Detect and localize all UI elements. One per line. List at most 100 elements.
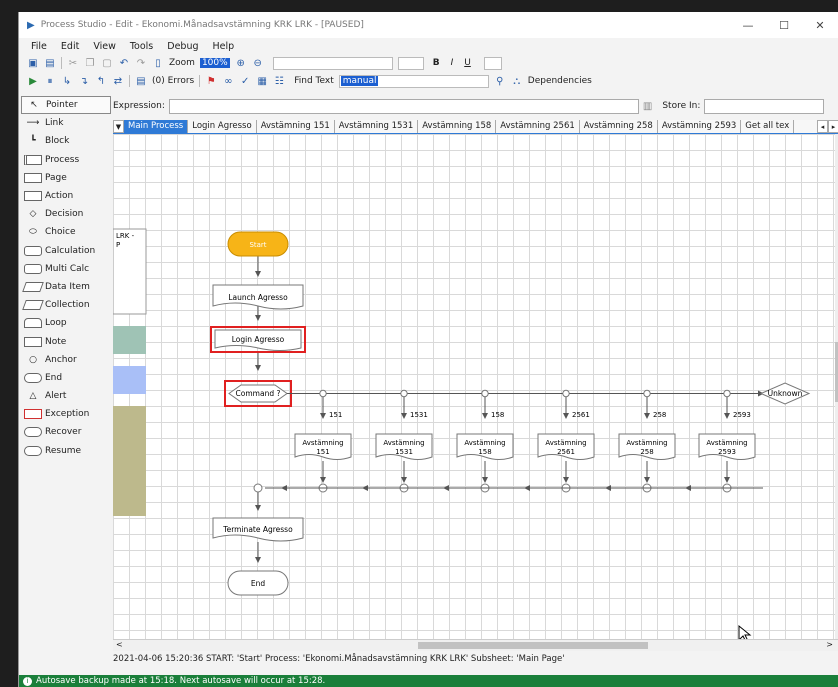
expression-input[interactable] — [168, 98, 639, 114]
tool-note[interactable]: Note — [21, 332, 111, 350]
menu-edit[interactable]: Edit — [61, 41, 79, 52]
menu-file[interactable]: File — [31, 41, 47, 52]
redo-icon[interactable]: ↷ — [135, 58, 147, 69]
tab-avstamning-2593[interactable]: Avstämning 2593 — [658, 120, 742, 133]
menu-view[interactable]: View — [93, 41, 116, 52]
store-in-input[interactable] — [704, 98, 825, 114]
tool-end[interactable]: End — [21, 369, 111, 387]
tab-avstamning-151[interactable]: Avstämning 151 — [257, 120, 335, 133]
reset-icon[interactable]: ⇄ — [112, 76, 124, 87]
color-select[interactable] — [483, 56, 502, 70]
find-icon[interactable]: ⚲ — [494, 76, 506, 87]
tab-avstamning-258[interactable]: Avstämning 258 — [580, 120, 658, 133]
dependencies-icon[interactable]: ⛬ — [511, 76, 523, 87]
choice-node-151[interactable] — [319, 389, 327, 398]
tool-choice[interactable]: ⬭ Choice — [21, 223, 111, 241]
tab-avstamning-2561[interactable]: Avstämning 2561 — [496, 120, 580, 133]
tool-page[interactable]: Page — [21, 169, 111, 187]
tool-anchor[interactable]: ○ Anchor — [21, 351, 111, 369]
tool-pointer[interactable]: ↖ Pointer — [21, 96, 111, 115]
tab-login-agresso[interactable]: Login Agresso — [188, 120, 257, 133]
errors-icon[interactable]: ▤ — [135, 76, 147, 87]
tool-collection[interactable]: Collection — [21, 296, 111, 314]
breakpoint-flag-icon[interactable]: ⚑ — [205, 76, 217, 87]
layout-icon[interactable]: ☷ — [273, 76, 285, 87]
tool-process[interactable]: Process — [21, 151, 111, 169]
merge-anchor-left[interactable] — [253, 483, 263, 493]
tool-link[interactable]: ⟶ Link — [21, 114, 111, 132]
choice-node-1531[interactable] — [400, 389, 408, 398]
tab-main-process[interactable]: Main Process — [124, 120, 189, 133]
maximize-button[interactable]: ☐ — [766, 19, 802, 32]
scroll-left-arrow-icon[interactable]: < — [116, 640, 123, 649]
pause-icon[interactable]: ⏸ — [44, 76, 56, 87]
expression-builder-icon[interactable]: ▥ — [643, 101, 652, 112]
tool-block[interactable]: ┗ Block — [21, 132, 111, 150]
tab-scroll-left[interactable]: ◂ — [817, 120, 828, 133]
save-icon[interactable]: ▣ — [27, 58, 39, 69]
watch-icon[interactable]: ∞ — [222, 76, 234, 87]
underline-button[interactable]: U — [464, 58, 471, 68]
collection-icon — [22, 300, 44, 311]
side-block-olive[interactable] — [113, 406, 146, 516]
zoom-out-icon[interactable]: ⊖ — [252, 58, 264, 69]
choice-node-2593[interactable] — [723, 389, 731, 398]
tool-loop[interactable]: Loop — [21, 314, 111, 332]
choice-node-2561[interactable] — [562, 389, 570, 398]
tool-exception[interactable]: Exception — [21, 405, 111, 423]
minimize-button[interactable]: — — [730, 19, 766, 32]
zoom-in-icon[interactable]: ⊕ — [235, 58, 247, 69]
tool-alert[interactable]: △ Alert — [21, 387, 111, 405]
paste-icon[interactable]: ▢ — [101, 58, 113, 69]
tool-data-item[interactable]: Data Item — [21, 278, 111, 296]
bold-button[interactable]: B — [433, 58, 440, 68]
process-canvas[interactable]: LRK -P Start Launch Agresso Login Agress… — [113, 134, 835, 639]
zoom-value[interactable]: 100% — [199, 58, 230, 68]
font-select[interactable] — [272, 56, 393, 70]
mouse-cursor-icon — [738, 624, 752, 639]
tool-calculation[interactable]: Calculation — [21, 242, 111, 260]
print-icon[interactable]: ▤ — [44, 58, 56, 69]
run-icon[interactable]: ▶ — [27, 76, 39, 87]
undo-icon[interactable]: ↶ — [118, 58, 130, 69]
tool-decision[interactable]: ◇ Decision — [21, 205, 111, 223]
italic-button[interactable]: I — [451, 58, 454, 68]
close-button[interactable]: ✕ — [802, 19, 838, 32]
tab-avstamning-158[interactable]: Avstämning 158 — [418, 120, 497, 133]
data-icon[interactable]: ▦ — [256, 76, 268, 87]
step-over-icon[interactable]: ↴ — [78, 76, 90, 87]
copy-icon[interactable]: ❐ — [84, 58, 96, 69]
tab-get-all-text[interactable]: Get all tex — [741, 120, 795, 133]
branches-group: 151Avstämning 1511531Avstämning 1531158Avs… — [281, 389, 756, 493]
tool-action[interactable]: Action — [21, 187, 111, 205]
side-block-green[interactable] — [113, 326, 146, 354]
step-icon[interactable]: ↳ — [61, 76, 73, 87]
cut-icon[interactable]: ✂ — [67, 58, 79, 69]
data-item-icon — [22, 281, 44, 292]
toolbar-main: ▣ ▤ ✂ ❐ ▢ ↶ ↷ ▯ Zoom 100% ⊕ ⊖ B I U — [19, 54, 838, 72]
choice-node-158[interactable] — [481, 389, 489, 398]
menu-debug[interactable]: Debug — [167, 41, 198, 52]
scroll-right-arrow-icon[interactable]: > — [826, 640, 833, 649]
title-bar: ▶ Process Studio - Edit - Ekonomi.Månads… — [19, 12, 838, 38]
errors-button[interactable]: (0) Errors — [152, 76, 194, 86]
find-text-input[interactable]: manual — [338, 74, 489, 88]
tab-scroll-right[interactable]: ▸ — [828, 120, 838, 133]
zoom-page-icon[interactable]: ▯ — [152, 58, 164, 69]
horizontal-scrollbar[interactable]: < > — [113, 639, 838, 651]
menu-help[interactable]: Help — [213, 41, 235, 52]
start-label: Start — [249, 241, 266, 249]
menu-tools[interactable]: Tools — [130, 41, 153, 52]
validate-icon[interactable]: ✓ — [239, 76, 251, 87]
font-size-select[interactable] — [397, 56, 424, 70]
choice-node-258[interactable] — [643, 389, 651, 398]
tool-resume[interactable]: Resume — [21, 442, 111, 460]
tool-multi-calc[interactable]: Multi Calc — [21, 260, 111, 278]
step-out-icon[interactable]: ↰ — [95, 76, 107, 87]
tab-avstamning-1531[interactable]: Avstämning 1531 — [335, 120, 419, 133]
tab-list-dropdown[interactable]: ▼ — [113, 120, 124, 133]
dependencies-button[interactable]: Dependencies — [528, 76, 592, 86]
page-icon — [24, 172, 42, 183]
side-block-blue[interactable] — [113, 366, 146, 394]
tool-recover[interactable]: Recover — [21, 423, 111, 441]
